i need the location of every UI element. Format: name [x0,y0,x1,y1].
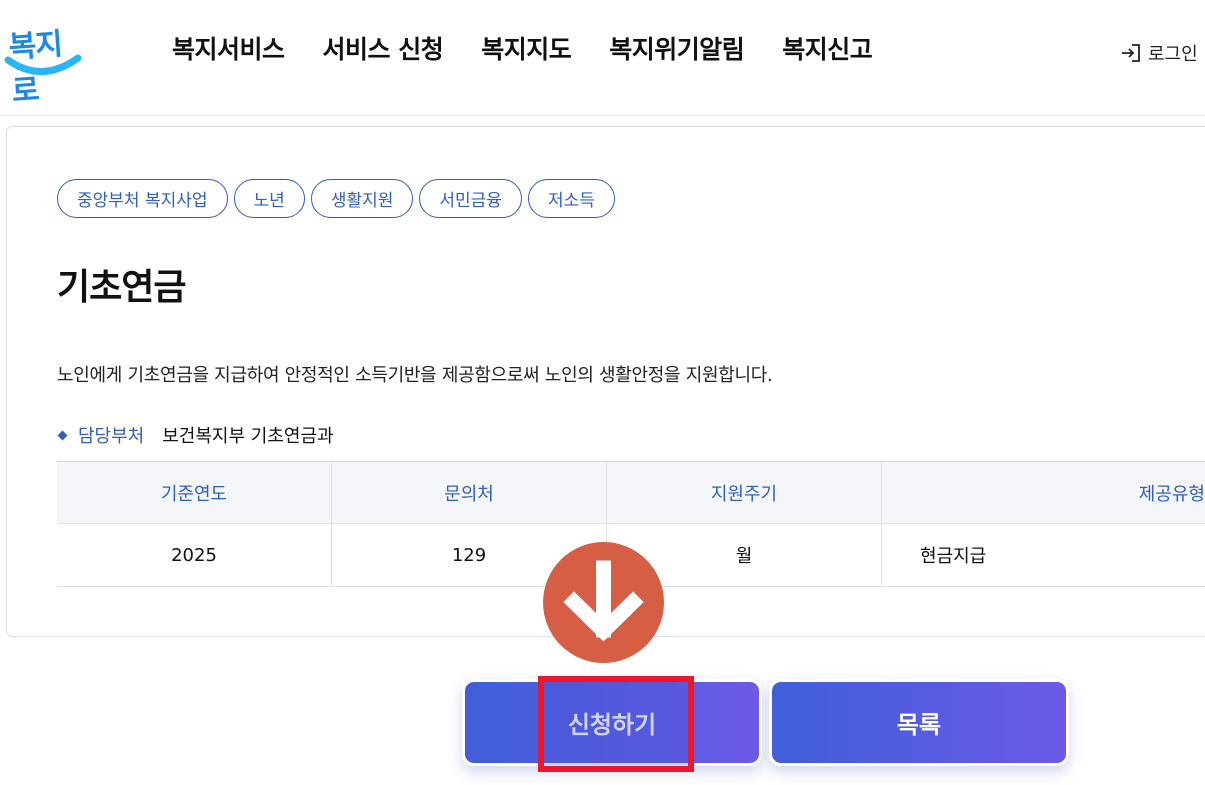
department-label: 담당부처 [78,426,145,447]
category-tags: 중앙부처 복지사업 노년 생활지원 서민금융 저소득 [57,179,615,218]
nav-crisis-alert[interactable]: 복지위기알림 [609,30,745,66]
cell-base-year: 2025 [57,524,332,586]
service-title: 기초연금 [57,267,186,308]
logo-smile-icon [4,54,82,75]
tag-central-welfare[interactable]: 중앙부처 복지사업 [57,179,228,218]
service-description: 노인에게 기초연금을 지급하여 안정적인 소득기반을 제공함으로써 노인의 생활… [57,365,773,386]
header-support-cycle: 지원주기 [607,462,882,523]
apply-button[interactable]: 신청하기 [462,679,762,766]
table-header-row: 기준연도 문의처 지원주기 제공유형 [57,462,1205,524]
department-value: 보건복지부 기초연금과 [162,426,334,447]
down-arrow-icon [563,560,644,642]
cell-provision-type: 현금지급 [920,546,987,567]
diamond-bullet-icon [57,430,68,440]
header-provision-type: 제공유형 [1138,483,1205,505]
nav-welfare-map[interactable]: 복지지도 [481,30,572,66]
header-base-year: 기준연도 [57,462,332,523]
nav-welfare-services[interactable]: 복지서비스 [172,30,285,66]
nav-service-application[interactable]: 서비스 신청 [323,30,444,66]
site-header: 복지로 복지서비스 서비스 신청 복지지도 복지위기알림 복지신고 로그인 [0,0,1205,116]
header-contact: 문의처 [332,462,607,523]
department-info: 담당부처 보건복지부 기초연금과 [57,422,334,448]
main-nav: 복지서비스 서비스 신청 복지지도 복지위기알림 복지신고 [172,30,910,66]
login-label: 로그인 [1148,44,1198,65]
login-arrow-icon [1122,44,1140,62]
tag-living-support[interactable]: 생활지원 [310,179,414,218]
login-link[interactable]: 로그인 [1120,40,1198,66]
tag-microfinance[interactable]: 서민금융 [419,179,522,218]
tag-old-age[interactable]: 노년 [233,179,305,218]
list-button[interactable]: 목록 [769,679,1069,766]
annotation-marker [543,542,664,663]
tag-low-income[interactable]: 저소득 [527,179,615,218]
bokjiro-logo[interactable]: 복지로 [4,18,82,109]
nav-welfare-report[interactable]: 복지신고 [782,30,873,66]
